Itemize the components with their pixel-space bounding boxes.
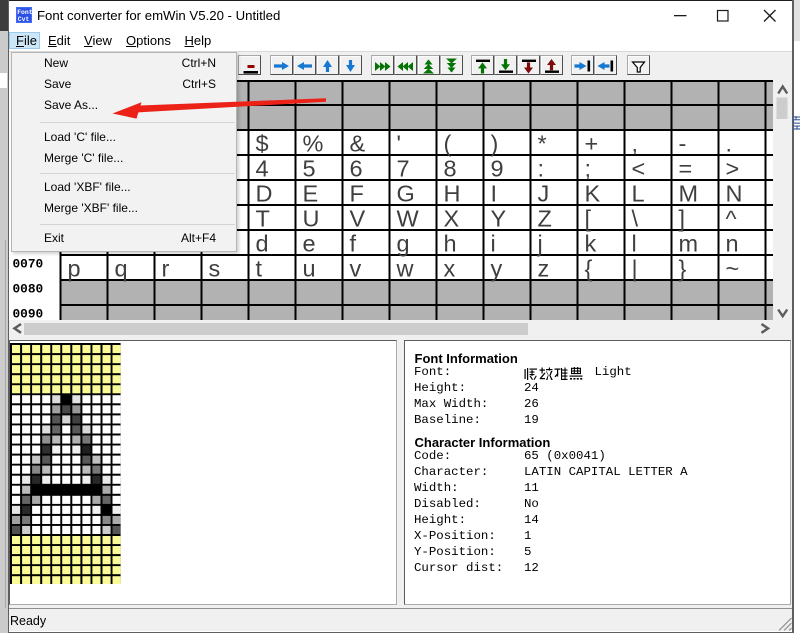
svg-text:': ' (396, 130, 401, 156)
svg-text:W: W (396, 205, 419, 231)
svg-text:T: T (255, 205, 269, 231)
svg-text:+: + (584, 130, 598, 156)
svg-text:r: r (161, 255, 169, 281)
svg-text:J: J (537, 180, 549, 206)
svg-text:y: y (490, 255, 502, 281)
svg-text:*: * (537, 130, 546, 156)
svg-text:f: f (349, 230, 356, 256)
svg-text:H: H (443, 180, 460, 206)
svg-text:h: h (443, 230, 456, 256)
svg-text:6: 6 (349, 155, 362, 181)
svg-text:m: m (678, 230, 698, 256)
svg-text:\: \ (631, 205, 638, 231)
svg-text:X: X (443, 205, 459, 231)
svg-text:-: - (678, 130, 686, 156)
svg-text:[: [ (584, 205, 591, 231)
svg-text:,: , (631, 130, 638, 156)
svg-text:G: G (396, 180, 414, 206)
svg-text:L: L (631, 180, 644, 206)
svg-text:Cvt: Cvt (18, 16, 30, 23)
svg-text:4: 4 (255, 155, 268, 181)
svg-text:K: K (584, 180, 600, 206)
svg-text:Y: Y (490, 205, 506, 231)
svg-text:U: U (302, 205, 319, 231)
svg-text:M: M (678, 180, 698, 206)
svg-text:w: w (395, 255, 414, 281)
svg-text:<: < (631, 155, 645, 181)
svg-text:0070: 0070 (12, 256, 43, 271)
svg-text:l: l (631, 230, 636, 256)
svg-text:]: ] (678, 205, 685, 231)
svg-text:n: n (725, 230, 738, 256)
svg-text:z: z (537, 255, 549, 281)
svg-text:~: ~ (725, 255, 739, 281)
svg-text:^: ^ (725, 205, 736, 231)
svg-text:t: t (255, 255, 262, 281)
svg-text:;: ; (584, 155, 591, 181)
svg-text:N: N (725, 180, 742, 206)
svg-text:F: F (349, 180, 363, 206)
svg-text:9: 9 (490, 155, 503, 181)
svg-text:V: V (349, 205, 365, 231)
svg-text:$: $ (255, 130, 268, 156)
svg-text:D: D (255, 180, 272, 206)
svg-text:0090: 0090 (12, 306, 43, 320)
svg-text:q: q (114, 255, 127, 281)
svg-text:7: 7 (396, 155, 409, 181)
svg-text:e: e (302, 230, 315, 256)
svg-text:|: | (631, 255, 637, 281)
svg-text:d: d (255, 230, 268, 256)
svg-text:): ) (490, 130, 498, 156)
svg-text:Z: Z (537, 205, 551, 231)
svg-text:u: u (302, 255, 315, 281)
svg-text:8: 8 (443, 155, 456, 181)
svg-text:0080: 0080 (12, 281, 43, 296)
svg-text:>: > (725, 155, 739, 181)
svg-text:j: j (536, 230, 542, 256)
svg-text:x: x (443, 255, 455, 281)
svg-text:5: 5 (302, 155, 315, 181)
svg-text:i: i (490, 230, 495, 256)
svg-text:=: = (678, 155, 692, 181)
svg-text:k: k (584, 230, 596, 256)
svg-text::: : (537, 155, 544, 181)
svg-text:}: } (678, 255, 686, 281)
svg-text:g: g (396, 230, 409, 256)
svg-text:.: . (725, 130, 732, 156)
svg-text:&: & (349, 130, 365, 156)
svg-text:{: { (584, 255, 592, 281)
svg-text:E: E (302, 180, 318, 206)
svg-text:s: s (208, 255, 220, 281)
svg-text:I: I (490, 180, 497, 206)
svg-text:%: % (302, 130, 323, 156)
svg-text:Font: Font (17, 9, 32, 16)
svg-text:(: ( (443, 130, 451, 156)
svg-text:p: p (67, 255, 80, 281)
svg-text:v: v (349, 255, 361, 281)
